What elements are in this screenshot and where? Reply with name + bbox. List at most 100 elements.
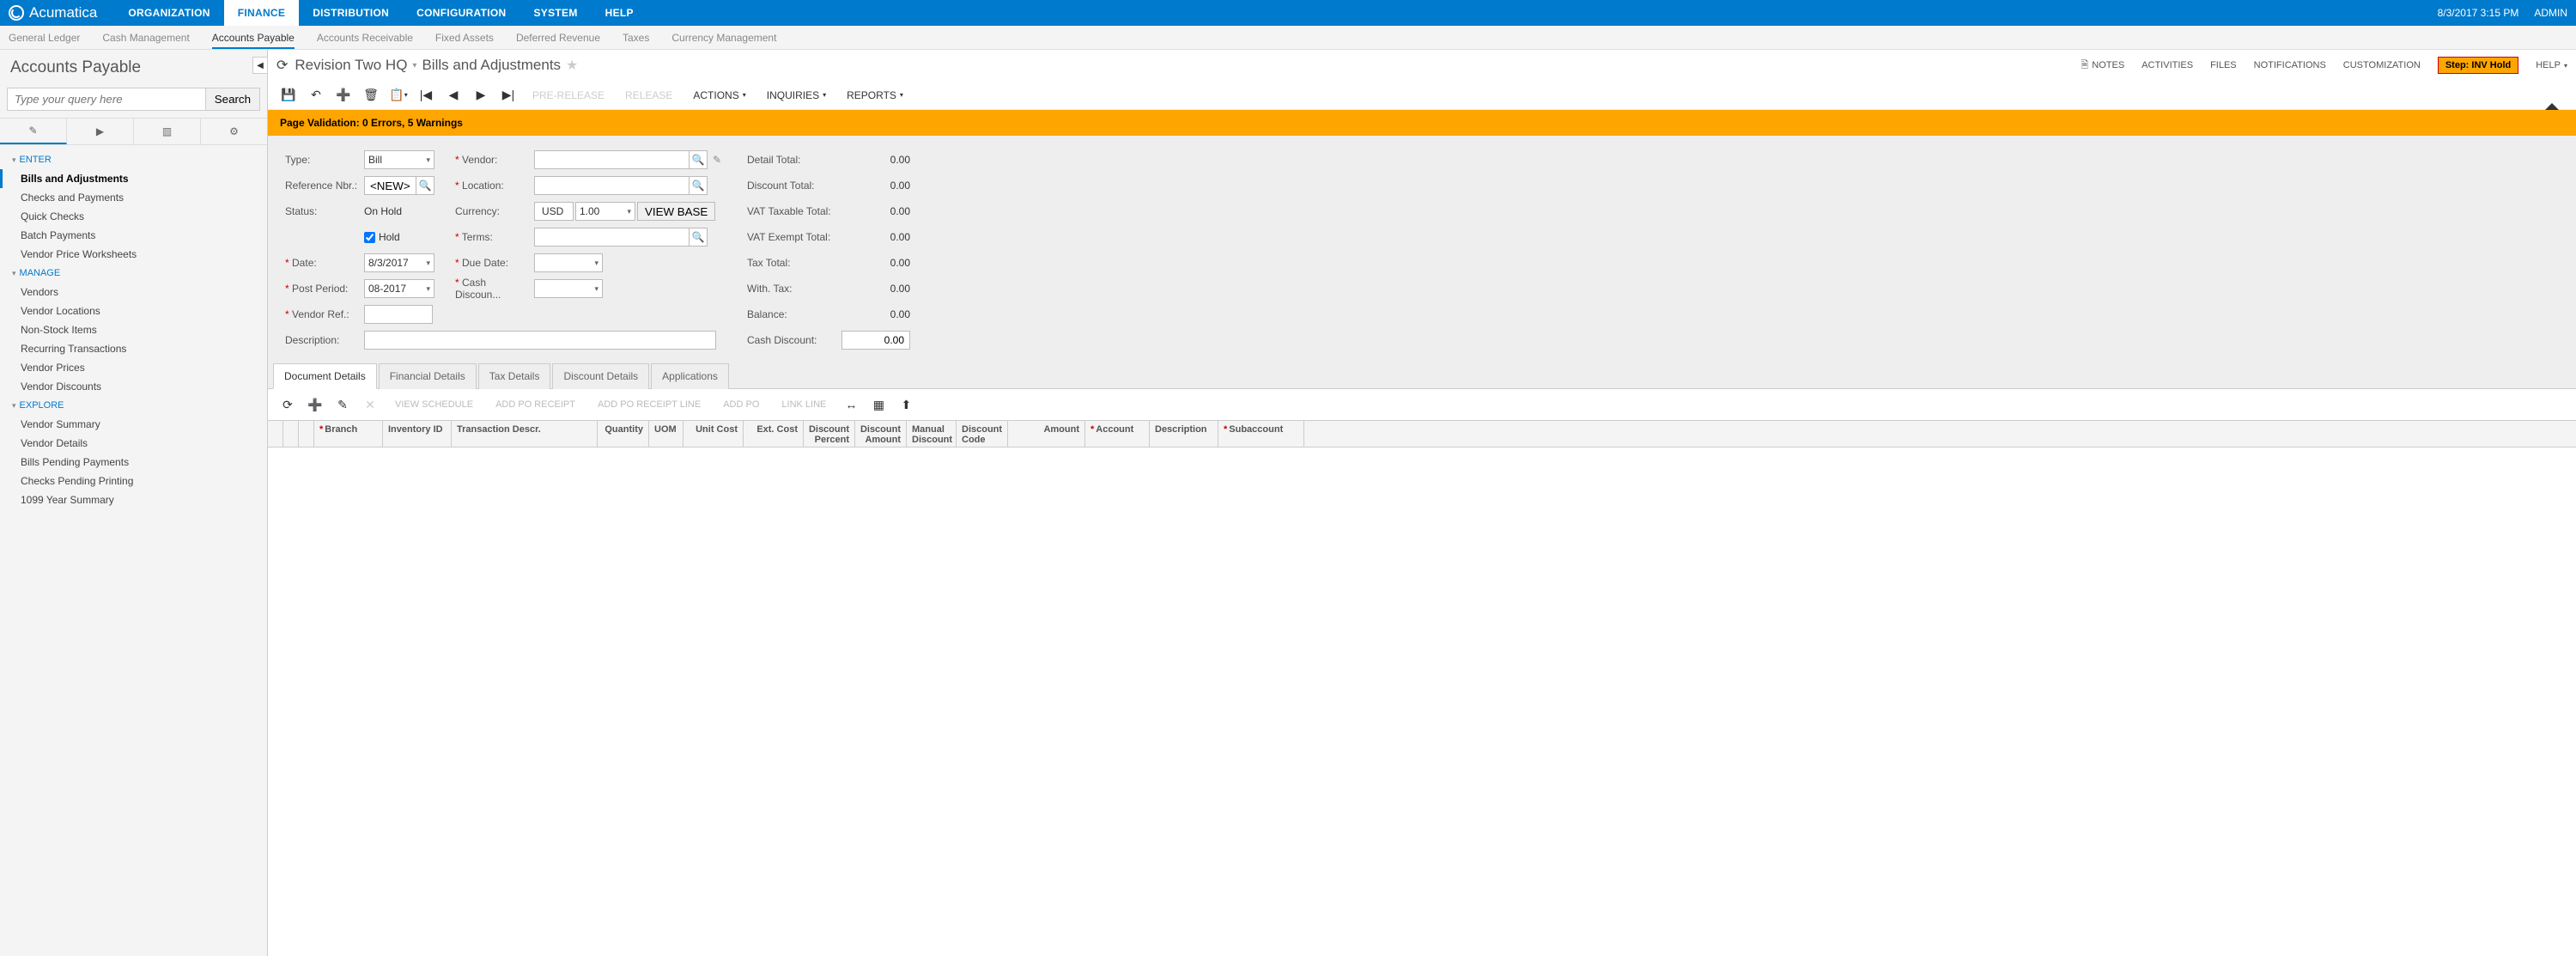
tree-item-vendor-price-worksheets[interactable]: Vendor Price Worksheets: [0, 245, 267, 264]
notes-action[interactable]: 🗎 NOTES: [2081, 58, 2124, 74]
prerelease-button[interactable]: PRE-RELEASE: [524, 86, 613, 105]
sub-tab-fixed-assets[interactable]: Fixed Assets: [435, 27, 494, 49]
tab-tax-details[interactable]: Tax Details: [478, 363, 551, 389]
main-tab-help[interactable]: HELP: [592, 0, 647, 26]
tree-section-explore[interactable]: EXPLORE: [0, 396, 267, 415]
view-base-button[interactable]: VIEW BASE: [637, 202, 715, 221]
first-icon[interactable]: |◀: [414, 84, 438, 107]
search-button[interactable]: Search: [206, 88, 260, 111]
settings-mode-icon[interactable]: ⚙: [201, 119, 267, 144]
search-icon[interactable]: 🔍: [416, 176, 434, 195]
chevron-down-icon[interactable]: ▾: [412, 61, 416, 70]
prev-icon[interactable]: ◀: [441, 84, 465, 107]
grid-col-discount-percent[interactable]: Discount Percent: [804, 421, 855, 447]
activities-action[interactable]: ACTIVITIES: [2142, 60, 2193, 70]
hold-checkbox[interactable]: Hold: [364, 231, 400, 243]
tree-item-batch-payments[interactable]: Batch Payments: [0, 226, 267, 245]
grid-col-uom[interactable]: UOM: [649, 421, 683, 447]
grid-body[interactable]: [268, 448, 2576, 956]
search-input[interactable]: [7, 88, 206, 111]
reports-button[interactable]: REPORTS ▾: [838, 86, 912, 105]
sub-tab-currency-management[interactable]: Currency Management: [671, 27, 776, 49]
collapse-validation-icon[interactable]: [2545, 103, 2559, 110]
grid-edit-icon[interactable]: ✎: [331, 394, 354, 415]
cash-discount-date-input[interactable]: ▾: [534, 279, 603, 298]
tree-item-recurring-transactions[interactable]: Recurring Transactions: [0, 339, 267, 358]
last-icon[interactable]: ▶|: [496, 84, 520, 107]
breadcrumb-org[interactable]: Revision Two HQ: [295, 57, 407, 74]
clipboard-icon[interactable]: 📋▾: [386, 84, 410, 107]
grid-col-unit-cost[interactable]: Unit Cost: [683, 421, 744, 447]
currency-value[interactable]: USD: [534, 202, 574, 221]
tree-item-1099-year-summary[interactable]: 1099 Year Summary: [0, 490, 267, 509]
cash-discount-input[interactable]: [841, 331, 910, 350]
sub-tab-cash-management[interactable]: Cash Management: [102, 27, 189, 49]
step-badge[interactable]: Step: INV Hold: [2438, 57, 2518, 74]
grid-col-account[interactable]: Account: [1085, 421, 1150, 447]
due-date-input[interactable]: ▾: [534, 253, 603, 272]
tree-item-checks-pending-printing[interactable]: Checks Pending Printing: [0, 472, 267, 490]
notifications-action[interactable]: NOTIFICATIONS: [2254, 60, 2326, 70]
sub-tab-accounts-receivable[interactable]: Accounts Receivable: [317, 27, 413, 49]
user[interactable]: ADMIN: [2534, 7, 2567, 19]
next-icon[interactable]: ▶: [469, 84, 493, 107]
description-input[interactable]: [364, 331, 716, 350]
grid-col-quantity[interactable]: Quantity: [598, 421, 649, 447]
post-period-input[interactable]: 08-2017▾: [364, 279, 434, 298]
main-tab-organization[interactable]: ORGANIZATION: [114, 0, 223, 26]
delete-icon[interactable]: 🗑: [359, 84, 383, 107]
app-logo[interactable]: Acumatica: [9, 4, 97, 21]
tree-item-vendor-discounts[interactable]: Vendor Discounts: [0, 377, 267, 396]
reference-lookup[interactable]: 🔍: [364, 176, 434, 195]
sub-tab-accounts-payable[interactable]: Accounts Payable: [212, 27, 295, 49]
type-select[interactable]: Bill▾: [364, 150, 434, 169]
fit-columns-icon[interactable]: ↔: [840, 394, 862, 415]
vendor-ref-input[interactable]: [364, 305, 433, 324]
grid-refresh-icon[interactable]: ⟳: [276, 394, 299, 415]
tree-section-enter[interactable]: ENTER: [0, 150, 267, 169]
add-po-button[interactable]: ADD PO: [714, 396, 768, 413]
main-tab-system[interactable]: SYSTEM: [519, 0, 591, 26]
grid-col-discount-amount[interactable]: Discount Amount: [855, 421, 907, 447]
grid-col-subaccount[interactable]: Subaccount: [1218, 421, 1304, 447]
inquiries-button[interactable]: INQUIRIES ▾: [758, 86, 835, 105]
search-icon[interactable]: 🔍: [689, 228, 708, 247]
location-input[interactable]: [534, 176, 689, 195]
tree-item-vendor-summary[interactable]: Vendor Summary: [0, 415, 267, 434]
edit-mode-icon[interactable]: ✎: [0, 119, 67, 144]
release-button[interactable]: RELEASE: [617, 86, 681, 105]
grid-col-transaction-descr.[interactable]: Transaction Descr.: [452, 421, 598, 447]
tab-discount-details[interactable]: Discount Details: [552, 363, 649, 389]
grid-col-icon[interactable]: [283, 421, 299, 447]
main-tab-distribution[interactable]: DISTRIBUTION: [299, 0, 403, 26]
tab-document-details[interactable]: Document Details: [273, 363, 377, 389]
customization-action[interactable]: CUSTOMIZATION: [2343, 60, 2421, 70]
tree-item-checks-and-payments[interactable]: Checks and Payments: [0, 188, 267, 207]
refresh-icon[interactable]: ⟳: [276, 57, 288, 74]
sub-tab-deferred-revenue[interactable]: Deferred Revenue: [516, 27, 600, 49]
rate-select[interactable]: 1.00▾: [575, 202, 635, 221]
help-action[interactable]: HELP ▾: [2536, 60, 2567, 70]
undo-icon[interactable]: ↶: [304, 84, 328, 107]
grid-col-inventory-id[interactable]: Inventory ID: [383, 421, 452, 447]
tree-item-vendor-details[interactable]: Vendor Details: [0, 434, 267, 453]
tab-applications[interactable]: Applications: [651, 363, 729, 389]
grid-col-icon[interactable]: [268, 421, 283, 447]
play-mode-icon[interactable]: ▶: [67, 119, 134, 144]
tree-item-non-stock-items[interactable]: Non-Stock Items: [0, 320, 267, 339]
tree-item-bills-and-adjustments[interactable]: Bills and Adjustments: [0, 169, 267, 188]
date-input[interactable]: 8/3/2017▾: [364, 253, 434, 272]
add-po-receipt-line-button[interactable]: ADD PO RECEIPT LINE: [589, 396, 709, 413]
tree-item-bills-pending-payments[interactable]: Bills Pending Payments: [0, 453, 267, 472]
sub-tab-general-ledger[interactable]: General Ledger: [9, 27, 80, 49]
grid-col-icon[interactable]: [299, 421, 314, 447]
tree-item-vendor-prices[interactable]: Vendor Prices: [0, 358, 267, 377]
grid-add-icon[interactable]: ➕: [304, 394, 326, 415]
tab-financial-details[interactable]: Financial Details: [379, 363, 477, 389]
grid-col-amount[interactable]: Amount: [1008, 421, 1085, 447]
save-icon[interactable]: 💾: [276, 84, 301, 107]
search-icon[interactable]: 🔍: [689, 176, 708, 195]
grid-col-ext.-cost[interactable]: Ext. Cost: [744, 421, 804, 447]
export-icon[interactable]: ▦: [867, 394, 890, 415]
search-icon[interactable]: 🔍: [689, 150, 708, 169]
